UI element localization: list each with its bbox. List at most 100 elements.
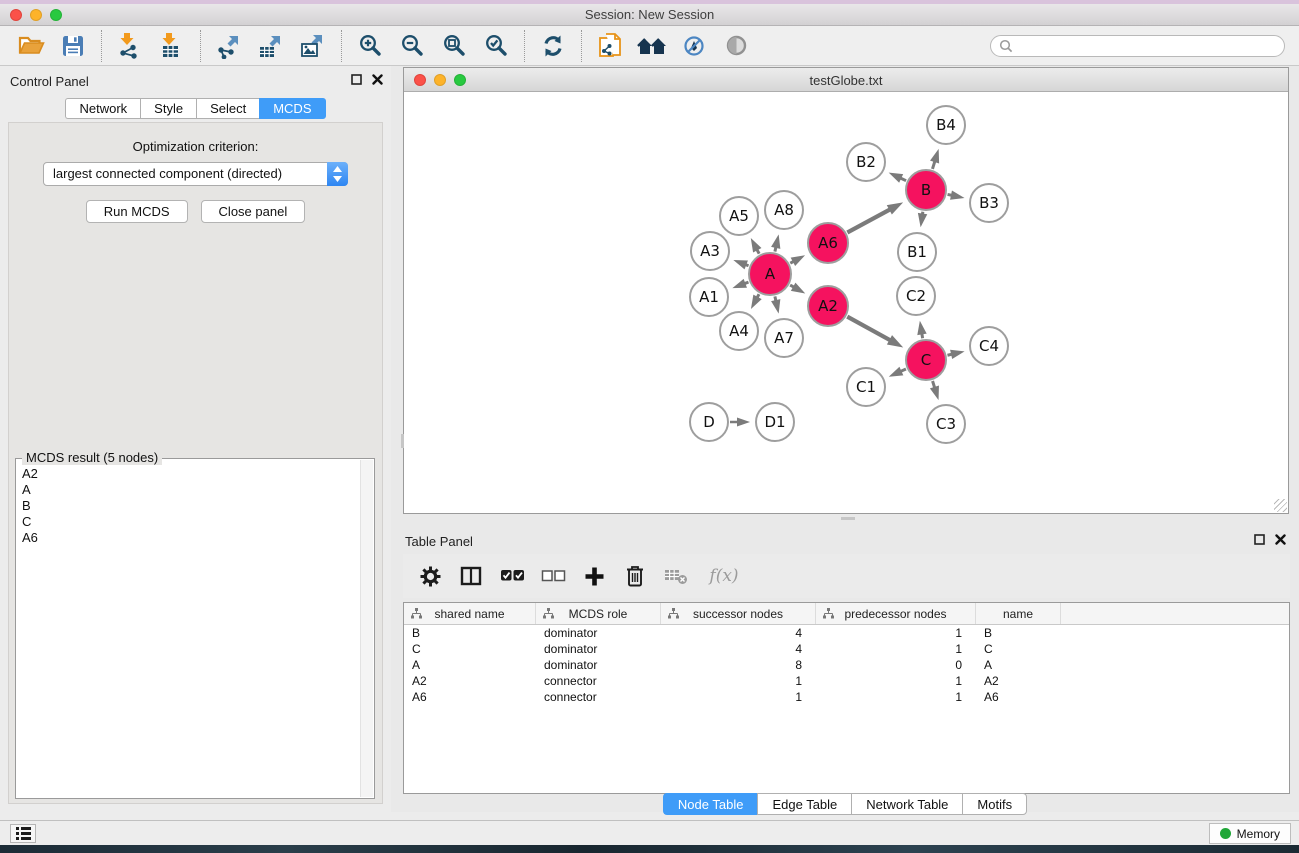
column-header-successor-nodes[interactable]: successor nodes	[661, 603, 816, 624]
open-file-icon[interactable]	[10, 29, 52, 63]
memory-label: Memory	[1237, 827, 1280, 841]
table-row[interactable]: Adominator80A	[404, 657, 1289, 673]
network-graph[interactable]: B4B2BB3A8A5A6B1A3AC2A1A2A4A7C4CC1DD1C3	[404, 92, 1288, 513]
table-row[interactable]: Cdominator41C	[404, 641, 1289, 657]
select-all-icon[interactable]	[499, 562, 525, 590]
graph-node-label: C2	[906, 287, 926, 305]
tab-mcds[interactable]: MCDS	[259, 98, 325, 119]
float-table-panel-icon[interactable]	[1254, 534, 1265, 545]
table-settings-gear-icon[interactable]	[417, 562, 443, 590]
export-network-icon[interactable]	[208, 29, 250, 63]
criterion-value: largest connected component (directed)	[53, 166, 282, 181]
mcds-panel: Optimization criterion: largest connecte…	[8, 122, 383, 804]
zoom-fit-icon[interactable]	[433, 29, 475, 63]
delete-column-icon[interactable]	[622, 562, 648, 590]
tab-motifs[interactable]: Motifs	[962, 793, 1027, 815]
deselect-all-icon[interactable]	[540, 562, 566, 590]
resize-grip[interactable]	[1274, 499, 1287, 512]
mcds-result-title: MCDS result (5 nodes)	[22, 450, 162, 465]
graph-node-label: C1	[856, 378, 876, 396]
export-image-icon[interactable]	[292, 29, 334, 63]
column-header-name[interactable]: name	[976, 603, 1061, 624]
float-panel-icon[interactable]	[351, 74, 362, 85]
tab-select[interactable]: Select	[196, 98, 259, 119]
tab-edge-table[interactable]: Edge Table	[757, 793, 851, 815]
graph-node-label: B	[921, 181, 931, 199]
run-mcds-button[interactable]: Run MCDS	[86, 200, 188, 223]
show-graphics-details-icon[interactable]	[715, 29, 757, 63]
clone-network-icon[interactable]	[589, 29, 631, 63]
node-table[interactable]: shared name MCDS rolesuccessor nodes prede…	[403, 602, 1290, 794]
tab-network-table[interactable]: Network Table	[851, 793, 962, 815]
column-header-label: name	[1003, 607, 1033, 621]
search-input[interactable]	[1013, 39, 1276, 53]
toolbar-separator	[200, 30, 201, 62]
column-header-shared-name[interactable]: shared name	[404, 603, 536, 624]
network-frame-titlebar[interactable]: testGlobe.txt	[404, 68, 1288, 92]
column-header-mcds-role[interactable]: MCDS role	[536, 603, 661, 624]
zoom-in-icon[interactable]	[349, 29, 391, 63]
toolbar-separator	[341, 30, 342, 62]
criterion-select[interactable]: largest connected component (directed)	[43, 162, 348, 186]
task-history-button[interactable]	[10, 824, 36, 843]
cell-shared-name: A2	[404, 674, 536, 688]
table-row[interactable]: A2connector11A2	[404, 673, 1289, 689]
cell-successor-nodes: 8	[661, 658, 816, 672]
table-row[interactable]: Bdominator41B	[404, 625, 1289, 641]
graph-node-label: A7	[774, 329, 794, 347]
graph-edge-arrowhead	[917, 321, 926, 335]
hide-annotations-icon[interactable]	[673, 29, 715, 63]
splitpane-handle[interactable]	[401, 434, 404, 448]
network-canvas[interactable]: B4B2BB3A8A5A6B1A3AC2A1A2A4A7C4CC1DD1C3	[404, 92, 1288, 513]
column-header-label: predecessor nodes	[844, 607, 946, 621]
import-network-icon[interactable]	[109, 29, 151, 63]
column-type-icon	[668, 608, 679, 619]
export-table-icon[interactable]	[250, 29, 292, 63]
save-session-icon[interactable]	[52, 29, 94, 63]
search-box[interactable]	[990, 35, 1285, 57]
graph-edge-arrowhead	[950, 191, 964, 200]
graph-edge-arrowhead	[733, 260, 748, 269]
cell-predecessor-nodes: 1	[816, 626, 976, 640]
show-columns-icon[interactable]	[458, 562, 484, 590]
delete-table-icon	[663, 562, 689, 590]
zoom-selected-icon[interactable]	[475, 29, 517, 63]
import-table-icon[interactable]	[151, 29, 193, 63]
graph-edge[interactable]	[847, 209, 890, 232]
tab-style[interactable]: Style	[140, 98, 196, 119]
network-view-frame: testGlobe.txt B4B2BB3A8A5A6B1A3AC2A1A2A4…	[403, 67, 1289, 514]
tab-node-table[interactable]: Node Table	[663, 793, 758, 815]
status-bar: Memory	[0, 820, 1299, 845]
graph-node-label: A3	[700, 242, 720, 260]
tab-network[interactable]: Network	[65, 98, 140, 119]
graph-edge-arrowhead	[751, 238, 762, 252]
graph-edge[interactable]	[847, 317, 891, 341]
graph-edge-arrowhead	[889, 367, 904, 377]
graph-edge-arrowhead	[930, 149, 939, 164]
close-table-panel-icon[interactable]	[1275, 534, 1286, 545]
column-header-label: shared name	[434, 607, 504, 621]
cell-mcds-role: dominator	[536, 626, 661, 640]
zoom-out-icon[interactable]	[391, 29, 433, 63]
session-title: Session: New Session	[0, 7, 1299, 22]
splitpane-handle[interactable]	[841, 517, 855, 520]
fx-icon: f(x)	[709, 566, 738, 586]
result-scrollbar[interactable]	[360, 460, 373, 797]
add-column-icon[interactable]	[581, 562, 607, 590]
graph-edge-arrowhead	[751, 295, 762, 309]
close-panel-button[interactable]: Close panel	[201, 200, 306, 223]
column-header-predecessor-nodes[interactable]: predecessor nodes	[816, 603, 976, 624]
close-panel-icon[interactable]	[372, 74, 383, 85]
table-row[interactable]: A6connector11A6	[404, 689, 1289, 705]
graph-edge-arrowhead	[737, 418, 750, 427]
memory-button[interactable]: Memory	[1209, 823, 1291, 844]
graph-node-label: A8	[774, 201, 794, 219]
cell-predecessor-nodes: 1	[816, 674, 976, 688]
cybrowser-home-icon[interactable]	[631, 29, 673, 63]
desktop-wallpaper	[0, 845, 1299, 853]
select-stepper-icon[interactable]	[327, 162, 348, 186]
control-panel-header: Control Panel	[0, 66, 391, 96]
graph-node-label: B4	[936, 116, 956, 134]
refresh-icon[interactable]	[532, 29, 574, 63]
graph-node-label: B2	[856, 153, 876, 171]
